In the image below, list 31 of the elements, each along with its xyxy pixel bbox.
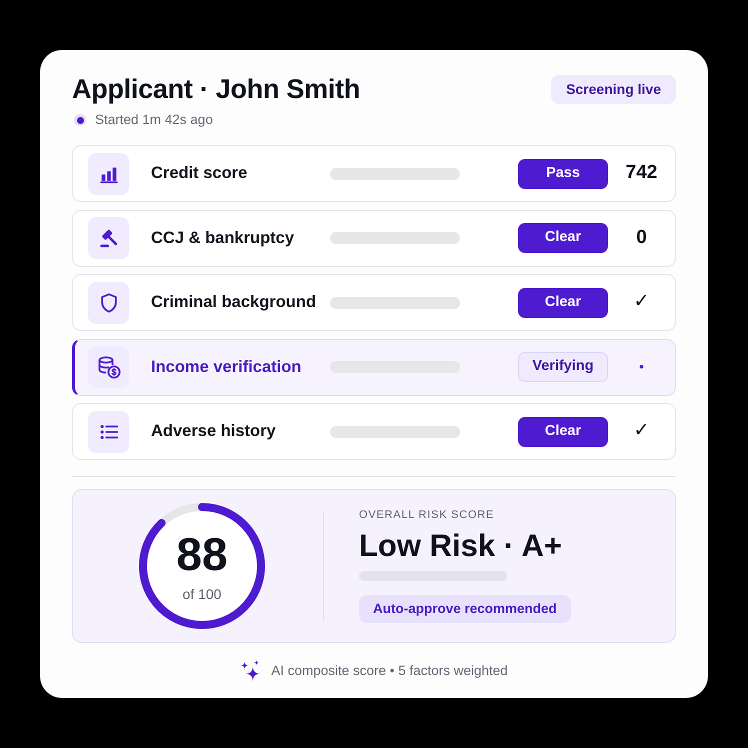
recommendation-badge: Auto-approve recommended — [359, 595, 571, 623]
check-status-badge: Clear — [518, 416, 608, 446]
footer-note: AI composite score • 5 factors weighted — [271, 662, 508, 680]
check-label: CCJ & bankruptcy — [151, 228, 294, 249]
check-status-badge: Verifying — [518, 352, 608, 382]
result-value: ✓ — [634, 290, 650, 314]
status-dot-icon — [74, 114, 86, 126]
check-status-badge: Pass — [518, 158, 608, 188]
page-title: Applicant · John Smith — [72, 75, 360, 104]
started-time: Started 1m 42s ago — [95, 110, 213, 129]
score-caption: OVERALL RISK SCORE — [359, 509, 494, 521]
score-scale: of 100 — [182, 586, 222, 602]
result-value: • — [639, 358, 644, 376]
result-value: 742 — [626, 161, 658, 186]
coins-icon — [88, 346, 129, 388]
result-value: 0 — [636, 226, 647, 250]
risk-rating: Low Risk · A+ — [359, 530, 562, 561]
list-icon — [88, 410, 129, 452]
check-label: Adverse history — [151, 421, 276, 442]
check-label: Income verification — [151, 356, 302, 378]
result-value: ✓ — [634, 419, 650, 444]
status-badge: Screening live — [551, 75, 676, 104]
sparkle-icon — [240, 660, 262, 682]
shield-icon — [88, 282, 129, 324]
check-status-badge: Clear — [518, 288, 608, 318]
check-label: Criminal background — [151, 292, 316, 314]
check-label: Credit score — [151, 163, 248, 184]
score-value: 88 — [176, 530, 228, 576]
gavel-icon — [88, 217, 129, 259]
bar-chart-icon — [88, 152, 129, 194]
check-status-badge: Clear — [518, 223, 608, 253]
